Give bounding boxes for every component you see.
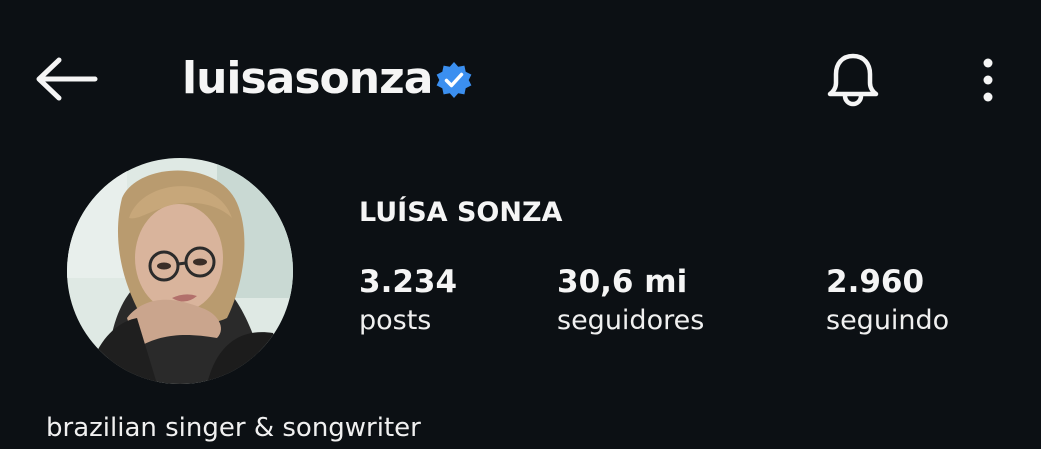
profile-display-name: LUÍSA SONZA (359, 197, 563, 228)
avatar[interactable] (67, 158, 293, 384)
arrow-left-icon (36, 57, 98, 101)
following-label: seguindo (826, 305, 950, 336)
followers-count: 30,6 mi (557, 264, 688, 300)
following-count: 2.960 (826, 264, 925, 300)
notifications-button[interactable] (818, 48, 888, 112)
bell-icon (827, 53, 879, 107)
profile-username: luisasonza (182, 53, 433, 104)
followers-label: seguidores (557, 305, 705, 336)
profile-photo (67, 158, 293, 384)
followers-stat[interactable]: 30,6 mi seguidores (557, 262, 704, 340)
posts-label: posts (359, 305, 432, 336)
profile-header: luisasonza (0, 0, 1041, 160)
posts-stat[interactable]: 3.234 posts (359, 262, 457, 340)
following-stat[interactable]: 2.960 seguindo (826, 262, 949, 340)
more-vertical-icon (983, 58, 993, 102)
profile-bio: brazilian singer & songwriter (46, 413, 421, 443)
verified-badge-icon (436, 62, 472, 98)
more-options-button[interactable] (968, 50, 1008, 110)
back-button[interactable] (30, 50, 102, 108)
posts-count: 3.234 (359, 264, 458, 300)
